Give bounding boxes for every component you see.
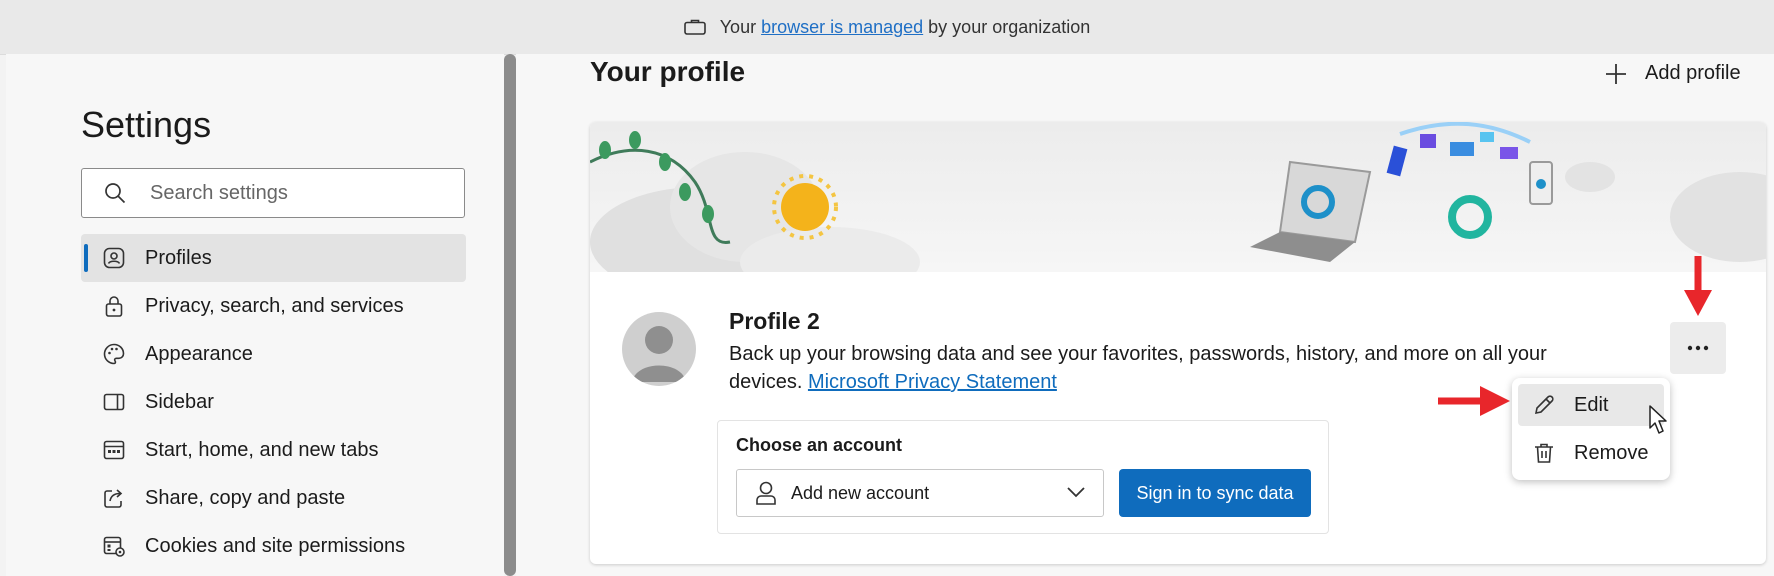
menu-item-remove[interactable]: Remove — [1518, 432, 1664, 474]
pencil-icon — [1534, 395, 1554, 415]
briefcase-icon — [683, 19, 706, 35]
profile-banner-illustration — [590, 122, 1766, 297]
profiles-icon — [101, 245, 127, 271]
more-icon — [1687, 345, 1709, 351]
sidebar-item-label: Appearance — [145, 342, 253, 365]
cookies-settings-icon — [101, 533, 127, 559]
sidebar-item-privacy[interactable]: Privacy, search, and services — [81, 282, 466, 330]
banner-prefix: Your — [719, 16, 757, 37]
plus-icon — [1606, 63, 1626, 84]
menu-item-edit-label: Edit — [1574, 393, 1609, 416]
sidebar-item-share[interactable]: Share, copy and paste — [81, 474, 466, 522]
sidebar-item-label: Profiles — [145, 246, 212, 269]
avatar — [622, 312, 696, 386]
settings-title: Settings — [81, 104, 212, 145]
mouse-cursor-icon — [1649, 405, 1667, 434]
lock-icon — [101, 293, 127, 319]
annotation-arrow-right — [1438, 386, 1510, 416]
account-dropdown-value: Add new account — [791, 482, 930, 503]
sidebar-icon — [101, 389, 127, 415]
trash-icon — [1535, 443, 1553, 463]
sidebar-item-label: Start, home, and new tabs — [145, 438, 379, 461]
sidebar-item-appearance[interactable]: Appearance — [81, 330, 466, 378]
managed-banner: Your browser is managed by your organiza… — [0, 0, 1774, 55]
privacy-statement-link[interactable]: Microsoft Privacy Statement — [808, 371, 1057, 393]
search-icon — [105, 183, 126, 204]
profile-card: Profile 2 Back up your browsing data and… — [590, 122, 1766, 564]
sidebar-item-sidebar[interactable]: Sidebar — [81, 378, 466, 426]
sidebar-item-start-home[interactable]: Start, home, and new tabs — [81, 426, 466, 474]
sidebar-item-profiles[interactable]: Profiles — [81, 234, 466, 282]
annotation-arrow-down — [1684, 256, 1712, 316]
banner-suffix: by your organization — [928, 16, 1091, 37]
profile-context-menu: Edit Remove — [1512, 378, 1670, 480]
add-profile-label: Add profile — [1645, 62, 1741, 84]
sidebar-item-label: Privacy, search, and services — [145, 294, 404, 317]
share-icon — [101, 485, 127, 511]
choose-account-title: Choose an account — [736, 435, 903, 455]
page-title: Your profile — [590, 56, 746, 87]
menu-item-remove-label: Remove — [1574, 441, 1649, 464]
start-tabs-icon — [101, 437, 127, 463]
more-options-button[interactable] — [1670, 322, 1726, 374]
sidebar-item-label: Cookies and site permissions — [145, 534, 406, 557]
choose-account-panel: Choose an account Add new account Sign i… — [717, 420, 1329, 534]
settings-nav: Profiles Privacy, search, and services A… — [81, 234, 466, 570]
chevron-down-icon — [1067, 487, 1085, 498]
sidebar-item-cookies[interactable]: Cookies and site permissions — [81, 522, 466, 570]
profile-name: Profile 2 — [729, 308, 820, 334]
account-dropdown[interactable]: Add new account — [736, 469, 1104, 517]
sidebar-scrollbar[interactable] — [504, 54, 516, 576]
search-box[interactable] — [81, 168, 465, 218]
palette-icon — [101, 341, 127, 367]
search-input[interactable] — [148, 180, 412, 206]
sign-in-sync-button[interactable]: Sign in to sync data — [1119, 469, 1311, 517]
sidebar-item-label: Share, copy and paste — [145, 486, 346, 509]
browser-managed-link[interactable]: browser is managed — [761, 17, 923, 38]
person-icon — [756, 481, 776, 505]
menu-item-edit[interactable]: Edit — [1518, 384, 1664, 426]
sidebar-item-label: Sidebar — [145, 390, 214, 413]
add-profile-button[interactable]: Add profile — [1605, 62, 1741, 85]
